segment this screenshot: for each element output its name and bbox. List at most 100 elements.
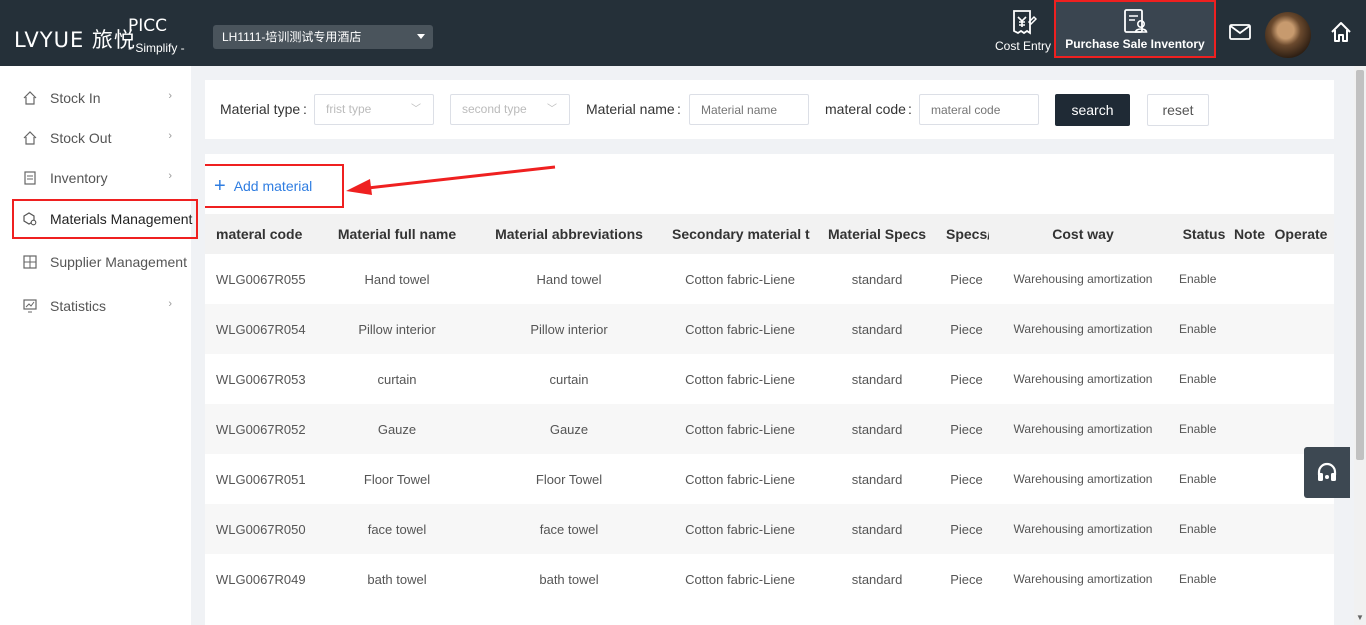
sidebar-item-stock-out[interactable]: Stock Out › [12,118,198,158]
cell-secondary-type: Cotton fabric-Liene [670,404,810,454]
clipboard-user-icon [1124,9,1148,33]
brand: PICC - Simplify - [128,16,185,55]
sidebar-item-label: Materials Management [50,211,193,227]
sidebar-item-materials-management[interactable]: Materials Management [12,199,198,239]
chevron-down-icon: ﹀ [547,104,557,115]
column-header[interactable]: Operate [1268,214,1334,254]
top-bar: LVYUE 旅悦 PICC - Simplify - LH1111-培训测试专用… [0,0,1366,66]
table-row[interactable]: WLG0067R051 Floor Towel Floor Towel Cott… [205,454,1334,504]
cell-specs: standard [851,371,903,387]
cost-entry-nav[interactable]: Cost Entry [994,8,1052,60]
column-header[interactable]: Cost way [989,214,1177,254]
cell-status: Enable [1179,372,1217,386]
table-row[interactable]: WLG0067R049 bath towel bath towel Cotton… [205,554,1334,604]
sidebar-item-label: Statistics [50,298,107,314]
cell-full-name: Pillow interior [326,304,468,354]
sidebar-item-label: Stock In [50,90,101,106]
materials-table: materal code Material full name Material… [205,214,1334,604]
column-header[interactable]: materal code [205,214,326,254]
mail-icon[interactable] [1228,22,1252,45]
page-scrollbar[interactable]: ▼ [1354,66,1366,625]
cell-unit: Piece [944,504,989,554]
cell-unit: Piece [950,271,983,287]
cell-note [1231,354,1268,404]
column-header[interactable]: Note [1231,214,1268,254]
cell-note [1231,504,1268,554]
cell-abbreviation: curtain [549,371,589,387]
reset-button[interactable]: reset [1147,94,1209,126]
home-icon [22,90,38,106]
table-row[interactable]: WLG0067R055 Hand towel Hand towel Cotton… [205,254,1334,304]
column-header[interactable]: Material Specs [810,214,944,254]
cell-note [1231,254,1268,304]
sidebar-item-statistics[interactable]: Statistics › [12,286,198,326]
cell-secondary-type: Cotton fabric-Liene [670,304,810,354]
cell-operate[interactable] [1268,554,1334,604]
customer-support-button[interactable] [1304,447,1350,498]
table-header-row: materal code Material full name Material… [205,214,1334,254]
cell-operate[interactable] [1268,504,1334,554]
scrollbar-thumb[interactable] [1356,70,1364,460]
sidebar-item-stock-in[interactable]: Stock In › [12,78,198,118]
column-header[interactable]: Secondary material type [670,214,810,254]
cell-specs: standard [851,471,903,487]
cell-note [1231,404,1268,454]
chevron-down-icon: ﹀ [411,104,421,115]
cell-secondary-type: Cotton fabric-Liene [685,571,795,587]
material-name-input[interactable] [689,94,809,125]
annotation-arrow-icon [346,165,556,195]
plus-icon: + [214,175,226,197]
filter-panel: Material type : frist type ﹀ second type… [205,80,1334,139]
cell-status: Enable [1179,472,1217,486]
cell-status: Enable [1177,404,1231,454]
cell-cost-way: Warehousing amortization [1013,272,1153,286]
cell-operate[interactable] [1268,254,1334,304]
cell-unit: Piece [950,571,983,587]
material-code-input[interactable] [919,94,1039,125]
hotel-select[interactable]: LH1111-培训测试专用酒店 [213,25,433,49]
cell-operate[interactable] [1268,304,1334,354]
brand-sub: - Simplify - [128,41,185,55]
cell-specs: standard [810,304,944,354]
colon: : [303,101,307,117]
caret-down-icon [417,34,425,39]
purchase-sale-inventory-nav[interactable]: Purchase Sale Inventory [1054,0,1216,58]
column-header[interactable]: Status [1177,214,1231,254]
first-type-select[interactable]: frist type ﹀ [314,94,434,125]
cell-code: WLG0067R055 [216,271,306,287]
scroll-down-icon[interactable]: ▼ [1356,613,1364,622]
cell-secondary-type: Cotton fabric-Liene [685,471,795,487]
column-header[interactable]: Material full name [326,214,468,254]
search-button[interactable]: search [1055,94,1130,126]
sidebar-item-supplier-management[interactable]: Supplier Management [12,242,198,282]
column-header[interactable]: Specs/unit [944,214,989,254]
add-material-label: Add material [233,178,313,194]
add-material-button[interactable]: + Add material [205,164,344,208]
table-row[interactable]: WLG0067R052 Gauze Gauze Cotton fabric-Li… [205,404,1334,454]
cell-cost-way: Warehousing amortization [989,404,1177,454]
chevron-right-icon: › [168,90,172,102]
cell-full-name: bath towel [367,571,427,587]
cell-operate[interactable] [1268,354,1334,404]
second-type-select[interactable]: second type ﹀ [450,94,570,125]
cell-cost-way: Warehousing amortization [1013,472,1153,486]
cell-abbreviation: Pillow interior [468,304,670,354]
sidebar-item-label: Stock Out [50,130,112,146]
cell-abbreviation: bath towel [539,571,599,587]
table-row[interactable]: WLG0067R054 Pillow interior Pillow inter… [205,304,1334,354]
cell-code: WLG0067R052 [205,404,326,454]
cell-specs: standard [810,504,944,554]
cell-secondary-type: Cotton fabric-Liene [685,271,795,287]
cell-status: Enable [1177,304,1231,354]
sidebar-item-inventory[interactable]: Inventory › [12,158,198,198]
table-row[interactable]: WLG0067R050 face towel face towel Cotton… [205,504,1334,554]
table-row[interactable]: WLG0067R053 curtain curtain Cotton fabri… [205,354,1334,404]
cell-specs: standard [810,404,944,454]
purchase-sale-inventory-label: Purchase Sale Inventory [1065,37,1205,51]
avatar[interactable] [1265,12,1311,58]
colon: : [908,101,912,117]
cell-specs: standard [851,271,903,287]
column-header[interactable]: Material abbreviations [468,214,670,254]
chart-icon [22,298,38,314]
home-icon[interactable] [1329,20,1353,47]
